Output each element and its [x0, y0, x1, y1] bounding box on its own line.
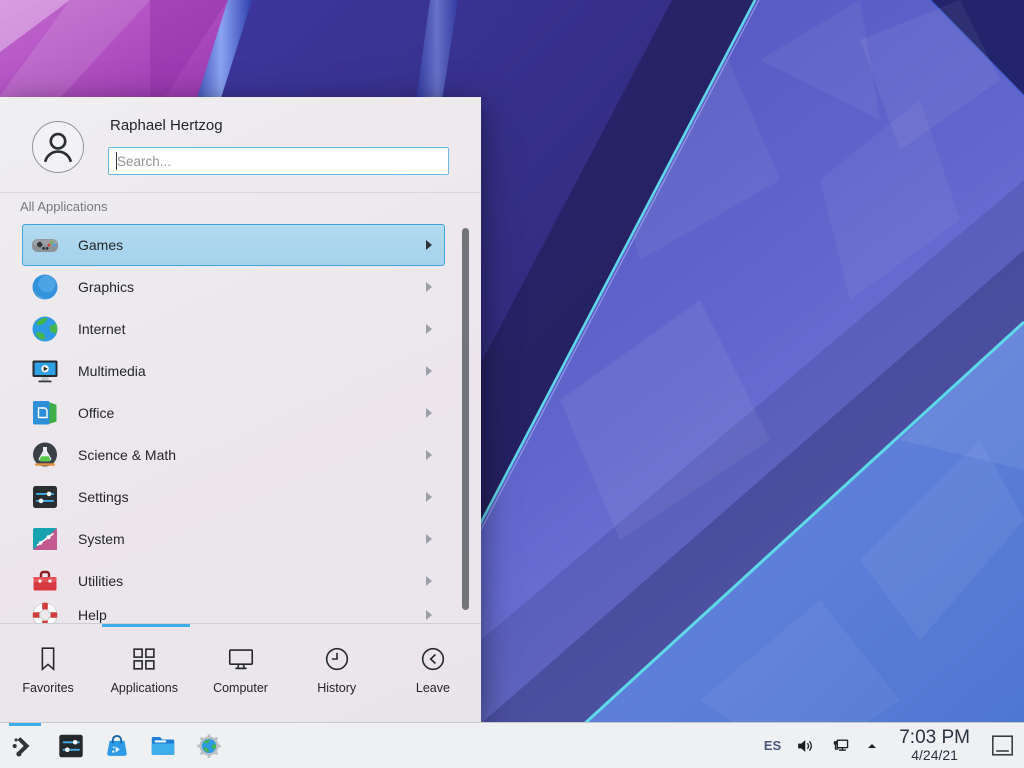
globe-icon [29, 313, 61, 345]
konqueror-icon[interactable] [194, 731, 224, 761]
office-icon [29, 397, 61, 429]
app-category-row[interactable]: Multimedia [22, 350, 445, 392]
system-settings-icon[interactable] [56, 731, 86, 761]
system-sliders-icon [29, 523, 61, 555]
toolbox-icon [29, 565, 61, 597]
separator [0, 623, 481, 624]
launcher-tab-bar: Favorites Applications Computer History [0, 628, 481, 722]
network-icon[interactable] [829, 735, 851, 757]
submenu-arrow-icon [426, 492, 432, 502]
kickoff-launcher-icon[interactable] [10, 731, 40, 761]
submenu-arrow-icon [426, 240, 432, 250]
launcher-tab[interactable]: Applications [96, 628, 192, 722]
submenu-arrow-icon [426, 610, 432, 620]
search-input[interactable] [108, 147, 449, 175]
launcher-header: Raphael Hertzog [0, 97, 481, 193]
history-clock-icon [322, 644, 352, 674]
launcher-tab[interactable]: Computer [192, 628, 288, 722]
expand-tray-icon[interactable] [864, 738, 880, 754]
app-category-row[interactable]: Games [22, 224, 445, 266]
app-category-list: Games Graphics Internet Multi [0, 224, 460, 623]
settings-sliders-icon [29, 481, 61, 513]
app-grid-icon [129, 644, 159, 674]
submenu-arrow-icon [426, 576, 432, 586]
app-category-row[interactable]: Internet [22, 308, 445, 350]
submenu-arrow-icon [426, 534, 432, 544]
user-avatar[interactable] [32, 121, 84, 173]
dolphin-icon[interactable] [148, 731, 178, 761]
submenu-arrow-icon [426, 282, 432, 292]
person-icon [33, 122, 83, 172]
clock-date: 4/24/21 [911, 748, 958, 763]
app-category-row[interactable]: System [22, 518, 445, 560]
app-category-row[interactable]: Science & Math [22, 434, 445, 476]
science-icon [29, 439, 61, 471]
volume-icon[interactable] [794, 735, 816, 757]
search-box [108, 147, 449, 175]
scrollbar[interactable] [462, 228, 469, 610]
submenu-arrow-icon [426, 408, 432, 418]
desktop: Raphael Hertzog All Applications Games G… [0, 0, 1024, 768]
launcher-tab[interactable]: Favorites [0, 628, 96, 722]
submenu-arrow-icon [426, 450, 432, 460]
submenu-arrow-icon [426, 366, 432, 376]
user-name: Raphael Hertzog [110, 117, 223, 134]
application-launcher-menu: Raphael Hertzog All Applications Games G… [0, 97, 481, 722]
app-category-row[interactable]: Office [22, 392, 445, 434]
app-category-row[interactable]: Help [22, 594, 445, 623]
active-tab-indicator [102, 624, 190, 627]
bookmark-icon [33, 644, 63, 674]
clock-time: 7:03 PM [899, 728, 970, 749]
launcher-tab[interactable]: History [289, 628, 385, 722]
app-category-row[interactable]: Graphics [22, 266, 445, 308]
clock[interactable]: 7:03 PM 4/24/21 [899, 728, 970, 764]
text-caret [116, 152, 117, 170]
multimedia-icon [29, 355, 61, 387]
lifebuoy-icon [29, 599, 61, 623]
app-category-row[interactable]: Settings [22, 476, 445, 518]
taskbar-launchers [0, 731, 224, 761]
launcher-tab[interactable]: Leave [385, 628, 481, 722]
graphics-sphere-icon [29, 271, 61, 303]
keyboard-layout-indicator[interactable]: ES [764, 738, 781, 753]
computer-icon [226, 644, 256, 674]
system-tray: ES 7:03 PM [764, 728, 1024, 764]
submenu-arrow-icon [426, 324, 432, 334]
show-desktop-button[interactable] [989, 732, 1016, 759]
gamepad-icon [29, 229, 61, 261]
taskbar: ES 7:03 PM [0, 722, 1024, 768]
leave-icon [418, 644, 448, 674]
discover-icon[interactable] [102, 731, 132, 761]
section-label: All Applications [20, 199, 107, 214]
